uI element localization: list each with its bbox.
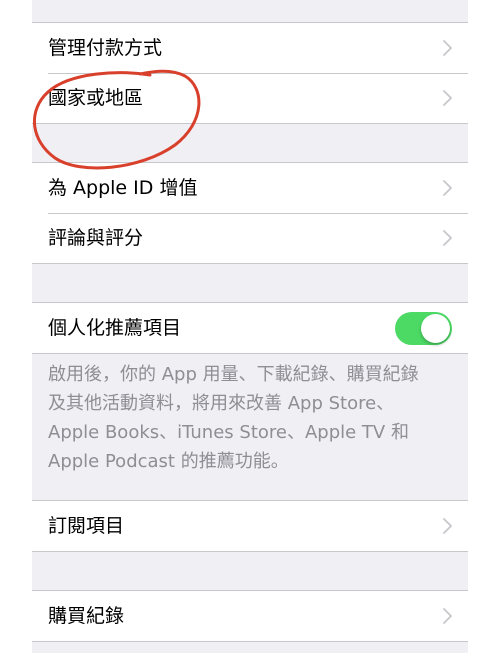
screen-margin-right [468,0,500,653]
personalization-footnote: 啟用後，你的 App 用量、下載紀錄、購買紀錄 及其他活動資料，將用來改善 Ap… [48,360,452,476]
purchase-history-row[interactable]: 購買紀錄 [32,591,468,641]
chevron-right-icon [443,180,452,196]
manage-payments-row[interactable]: 管理付款方式 [32,23,468,73]
chevron-right-icon [443,40,452,56]
chevron-right-icon [443,518,452,534]
footnote-line-3: Apple Books、iTunes Store、Apple TV 和 [48,422,409,443]
toggle-knob [421,314,450,343]
chevron-right-icon [443,90,452,106]
settings-list: 管理付款方式 國家或地區 為 Apple ID 增值 評論與評分 個人化推薦項目… [32,0,468,653]
personalized-recommendations-label: 個人化推薦項目 [48,317,182,339]
add-funds-label: 為 Apple ID 增值 [48,177,198,199]
screen-margin-left [0,0,32,653]
manage-payments-label: 管理付款方式 [48,37,163,59]
personalized-recommendations-row: 個人化推薦項目 [32,303,468,353]
personalized-recommendations-toggle[interactable] [395,312,452,345]
subscriptions-label: 訂閱項目 [48,515,125,537]
chevron-right-icon [443,608,452,624]
account-group: 管理付款方式 國家或地區 [32,22,468,124]
chevron-right-icon [443,230,452,246]
ratings-reviews-row[interactable]: 評論與評分 [32,213,468,263]
footnote-line-2: 及其他活動資料，將用來改善 App Store、 [48,393,395,414]
purchase-history-group: 購買紀錄 [32,590,468,642]
purchase-history-label: 購買紀錄 [48,605,125,627]
ratings-reviews-label: 評論與評分 [48,227,144,249]
add-funds-row[interactable]: 為 Apple ID 增值 [32,163,468,213]
subscriptions-row[interactable]: 訂閱項目 [32,501,468,551]
footnote-line-4: Apple Podcast 的推薦功能。 [48,451,289,472]
country-region-label: 國家或地區 [48,87,144,109]
subscriptions-group: 訂閱項目 [32,500,468,552]
personalization-group: 個人化推薦項目 [32,302,468,354]
country-region-row[interactable]: 國家或地區 [32,73,468,123]
footnote-line-1: 啟用後，你的 App 用量、下載紀錄、購買紀錄 [48,364,419,385]
funds-group: 為 Apple ID 增值 評論與評分 [32,162,468,264]
